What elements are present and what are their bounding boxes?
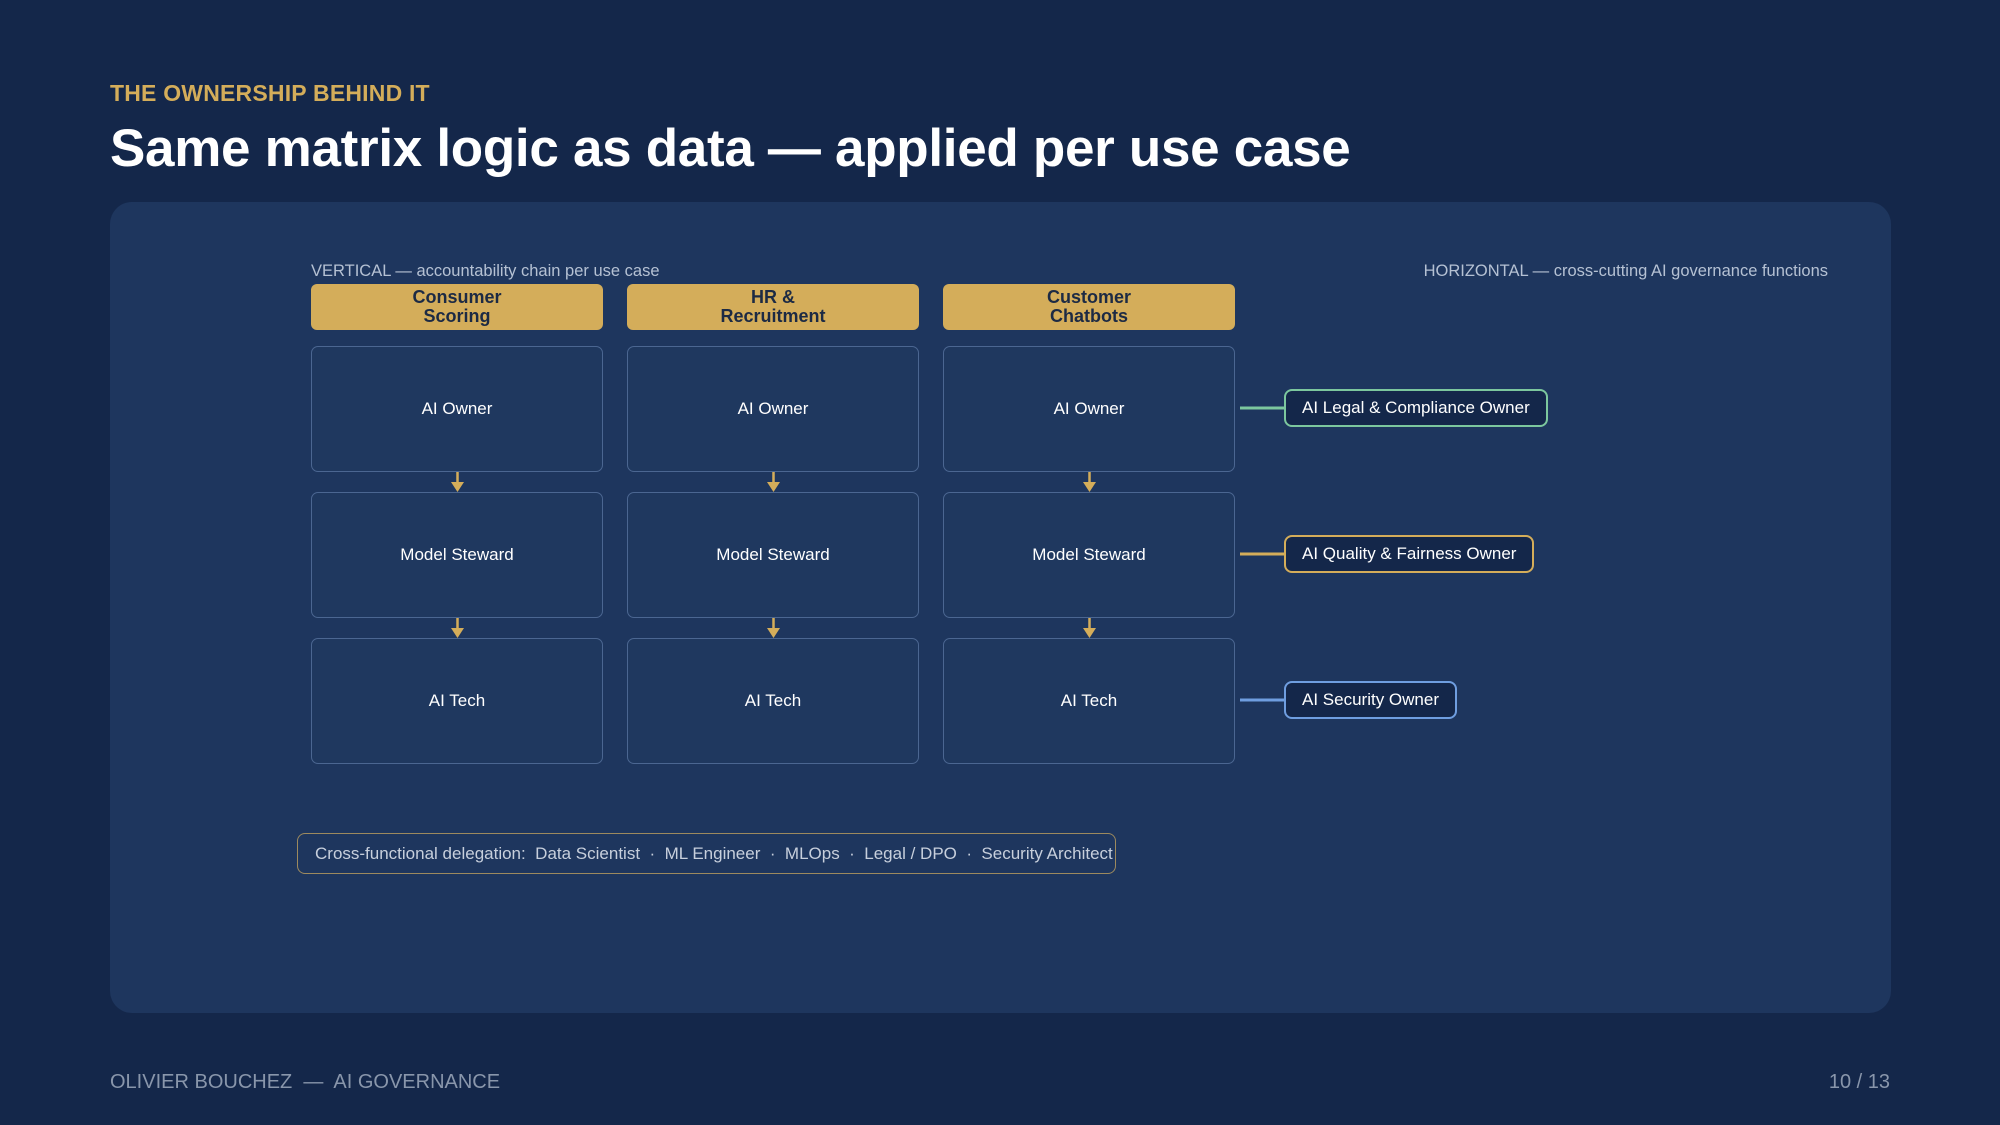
delegation-bar: Cross-functional delegation: Data Scient… [297,833,1116,874]
arrow-down-head [1083,628,1096,638]
arrow-down-head [767,482,780,492]
connector-arrows [451,401,1296,707]
arrow-down-head [1083,482,1096,492]
function-legal-compliance: AI Legal & Compliance Owner [1284,389,1548,427]
footer-author: OLIVIER BOUCHEZ — AI GOVERNANCE [110,1071,501,1093]
function-security: AI Security Owner [1284,681,1457,719]
arrow-down-head [451,482,464,492]
arrow-down-head [767,628,780,638]
function-quality-fairness: AI Quality & Fairness Owner [1284,535,1535,573]
arrow-down-head [451,628,464,638]
page-number: 10 / 13 [1828,1071,1890,1093]
